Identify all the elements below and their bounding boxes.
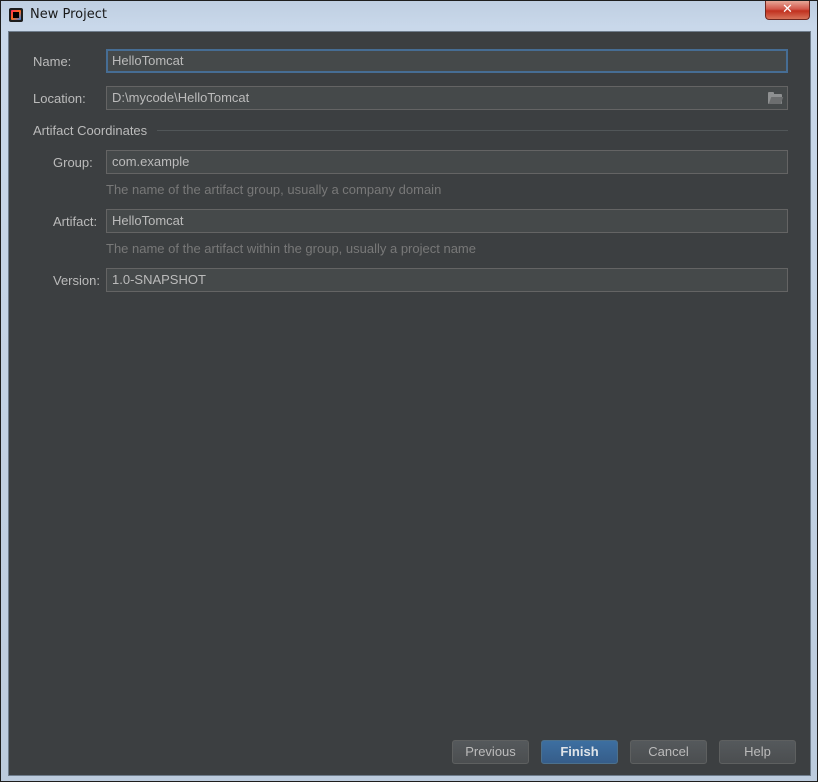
previous-button[interactable]: Previous: [452, 740, 529, 764]
window-title: New Project: [30, 7, 107, 22]
dialog-content: Name: HelloTomcat Location: D:\mycode\He…: [8, 31, 811, 776]
folder-icon[interactable]: [768, 92, 782, 104]
location-value: D:\mycode\HelloTomcat: [112, 90, 250, 105]
help-button[interactable]: Help: [719, 740, 796, 764]
group-label: Group:: [53, 155, 93, 170]
cancel-button[interactable]: Cancel: [630, 740, 707, 764]
location-label: Location:: [33, 91, 86, 106]
location-input[interactable]: D:\mycode\HelloTomcat: [106, 86, 788, 110]
group-input[interactable]: com.example: [106, 150, 788, 174]
artifact-coordinates-header: Artifact Coordinates: [33, 123, 148, 138]
version-input[interactable]: 1.0-SNAPSHOT: [106, 268, 788, 292]
title-bar[interactable]: New Project ✕: [1, 1, 817, 30]
new-project-dialog: New Project ✕ Name: HelloTomcat Location…: [0, 0, 818, 782]
close-button[interactable]: ✕: [765, 1, 810, 20]
intellij-app-icon: [9, 8, 23, 22]
artifact-input[interactable]: HelloTomcat: [106, 209, 788, 233]
artifact-hint: The name of the artifact within the grou…: [106, 241, 476, 256]
name-label: Name:: [33, 54, 72, 69]
section-divider: [157, 130, 788, 131]
version-label: Version:: [53, 273, 100, 288]
group-hint: The name of the artifact group, usually …: [106, 182, 442, 197]
name-input[interactable]: HelloTomcat: [106, 49, 788, 73]
finish-button[interactable]: Finish: [541, 740, 618, 764]
artifact-label: Artifact:: [53, 214, 98, 229]
